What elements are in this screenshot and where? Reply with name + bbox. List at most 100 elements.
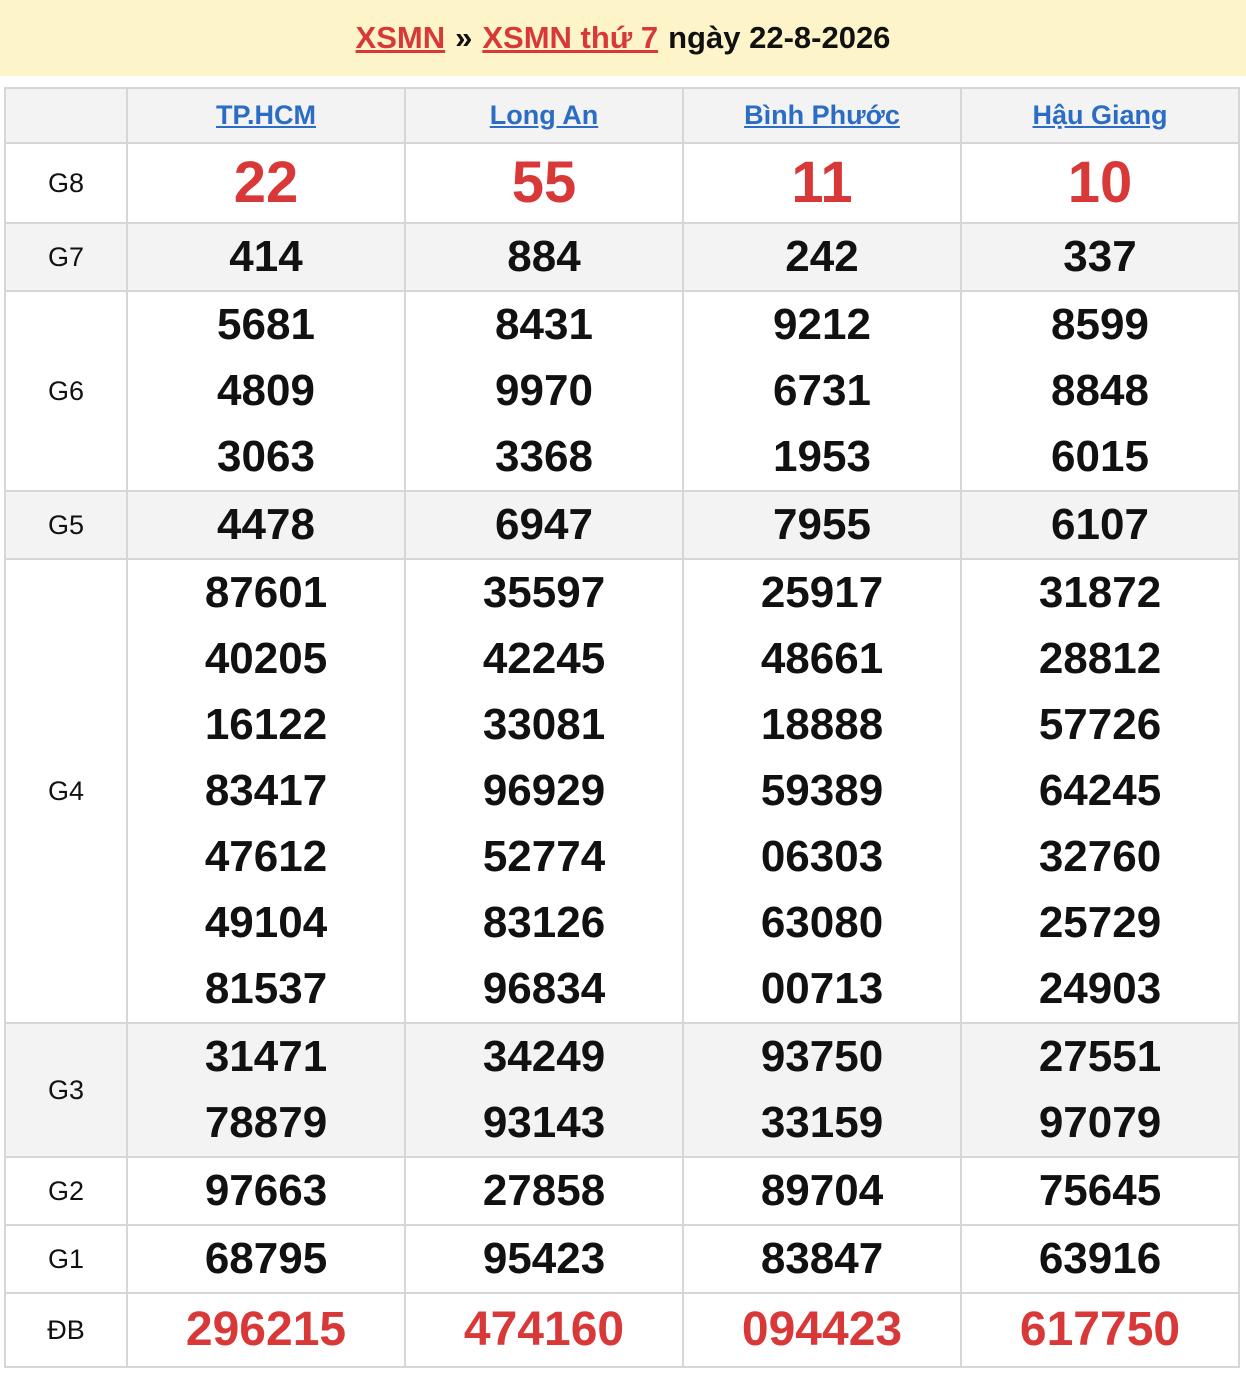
result-number: 25729	[1038, 898, 1162, 947]
prize-label: ĐB	[4, 1292, 128, 1368]
result-cell: 25917 48661 18888 59389 06303 63080 00713	[682, 558, 962, 1024]
breadcrumb: XSMN » XSMN thứ 7 ngày 22-8-2026	[0, 0, 1246, 76]
prize-row: G7 414 884 242 337	[4, 222, 1240, 292]
breadcrumb-link-xsmn[interactable]: XSMN	[356, 20, 446, 56]
result-number: 4478	[217, 500, 315, 549]
result-number: 63916	[1038, 1234, 1162, 1283]
result-number: 35597	[482, 568, 606, 617]
result-cell: 89704	[682, 1156, 962, 1226]
province-header: Hậu Giang	[960, 87, 1240, 144]
result-number: 32760	[1038, 832, 1162, 881]
result-cell: 22	[126, 142, 406, 224]
result-cell: 6107	[960, 490, 1240, 560]
prize-label: G7	[4, 222, 128, 292]
prize-label: G6	[4, 290, 128, 492]
result-number: 59389	[760, 766, 884, 815]
result-number: 4809	[217, 366, 315, 415]
result-number: 00713	[760, 964, 884, 1013]
result-number: 28812	[1038, 634, 1162, 683]
result-number: 33159	[760, 1098, 884, 1147]
result-number: 34249	[482, 1032, 606, 1081]
result-cell: 296215	[126, 1292, 406, 1368]
result-cell: 094423	[682, 1292, 962, 1368]
province-link[interactable]: Hậu Giang	[1032, 100, 1167, 130]
result-number: 27858	[482, 1166, 606, 1215]
result-number: 296215	[185, 1303, 347, 1356]
result-number: 10	[1067, 150, 1133, 215]
result-number: 18888	[760, 700, 884, 749]
result-number: 55	[511, 150, 577, 215]
result-cell: 414	[126, 222, 406, 292]
result-number: 6107	[1051, 500, 1149, 549]
breadcrumb-link-xsmn-thu-7[interactable]: XSMN thứ 7	[482, 20, 658, 56]
result-number: 8431	[495, 300, 593, 349]
result-cell: 97663	[126, 1156, 406, 1226]
result-number: 11	[791, 150, 853, 215]
result-number: 25917	[760, 568, 884, 617]
result-cell: 4478	[126, 490, 406, 560]
result-number: 9212	[773, 300, 871, 349]
result-number: 57726	[1038, 700, 1162, 749]
prize-label: G2	[4, 1156, 128, 1226]
result-cell: 6947	[404, 490, 684, 560]
result-cell: 75645	[960, 1156, 1240, 1226]
result-number: 49104	[204, 898, 328, 947]
province-link[interactable]: TP.HCM	[216, 100, 316, 130]
result-number: 33081	[482, 700, 606, 749]
result-number: 27551	[1038, 1032, 1162, 1081]
result-number: 78879	[204, 1098, 328, 1147]
result-number: 6731	[773, 366, 871, 415]
result-cell: 8599 8848 6015	[960, 290, 1240, 492]
corner-cell	[4, 87, 128, 144]
result-cell: 10	[960, 142, 1240, 224]
prize-label: G5	[4, 490, 128, 560]
result-cell: 87601 40205 16122 83417 47612 49104 81537	[126, 558, 406, 1024]
province-header-row: TP.HCM Long An Bình Phước Hậu Giang	[4, 87, 1240, 144]
result-number: 6947	[495, 500, 593, 549]
result-cell: 83847	[682, 1224, 962, 1294]
result-number: 52774	[482, 832, 606, 881]
province-link[interactable]: Long An	[490, 100, 598, 130]
result-cell: 5681 4809 3063	[126, 290, 406, 492]
result-number: 242	[785, 232, 859, 281]
province-header: Bình Phước	[682, 87, 962, 144]
result-number: 83126	[482, 898, 606, 947]
prize-row: G1 68795 95423 83847 63916	[4, 1224, 1240, 1294]
result-number: 96834	[482, 964, 606, 1013]
result-number: 094423	[741, 1303, 903, 1356]
result-cell: 884	[404, 222, 684, 292]
result-cell: 7955	[682, 490, 962, 560]
prize-label: G3	[4, 1022, 128, 1158]
result-number: 31471	[204, 1032, 328, 1081]
result-cell: 8431 9970 3368	[404, 290, 684, 492]
result-number: 474160	[463, 1303, 625, 1356]
prize-row: G8 22 55 11 10	[4, 142, 1240, 224]
province-header: Long An	[404, 87, 684, 144]
result-number: 22	[233, 150, 299, 215]
result-number: 414	[229, 232, 303, 281]
result-cell: 63916	[960, 1224, 1240, 1294]
province-link[interactable]: Bình Phước	[744, 100, 900, 130]
result-number: 3063	[217, 432, 315, 481]
result-cell: 9212 6731 1953	[682, 290, 962, 492]
prize-row: ĐB 296215 474160 094423 617750	[4, 1292, 1240, 1368]
result-cell: 68795	[126, 1224, 406, 1294]
result-number: 6015	[1051, 432, 1149, 481]
result-number: 95423	[482, 1234, 606, 1283]
result-number: 97079	[1038, 1098, 1162, 1147]
result-number: 06303	[760, 832, 884, 881]
prize-row: G3 31471 78879 34249 93143 93750 33159 27551 970…	[4, 1022, 1240, 1158]
result-number: 16122	[204, 700, 328, 749]
result-cell: 35597 42245 33081 96929 52774 83126 96834	[404, 558, 684, 1024]
result-cell: 31872 28812 57726 64245 32760 25729 24903	[960, 558, 1240, 1024]
result-number: 7955	[773, 500, 871, 549]
prize-row: G2 97663 27858 89704 75645	[4, 1156, 1240, 1226]
prize-label: G8	[4, 142, 128, 224]
result-cell: 11	[682, 142, 962, 224]
result-cell: 95423	[404, 1224, 684, 1294]
result-number: 97663	[204, 1166, 328, 1215]
draw-date: ngày 22-8-2026	[668, 20, 891, 55]
result-number: 8848	[1051, 366, 1149, 415]
prize-label: G4	[4, 558, 128, 1024]
result-number: 3368	[495, 432, 593, 481]
